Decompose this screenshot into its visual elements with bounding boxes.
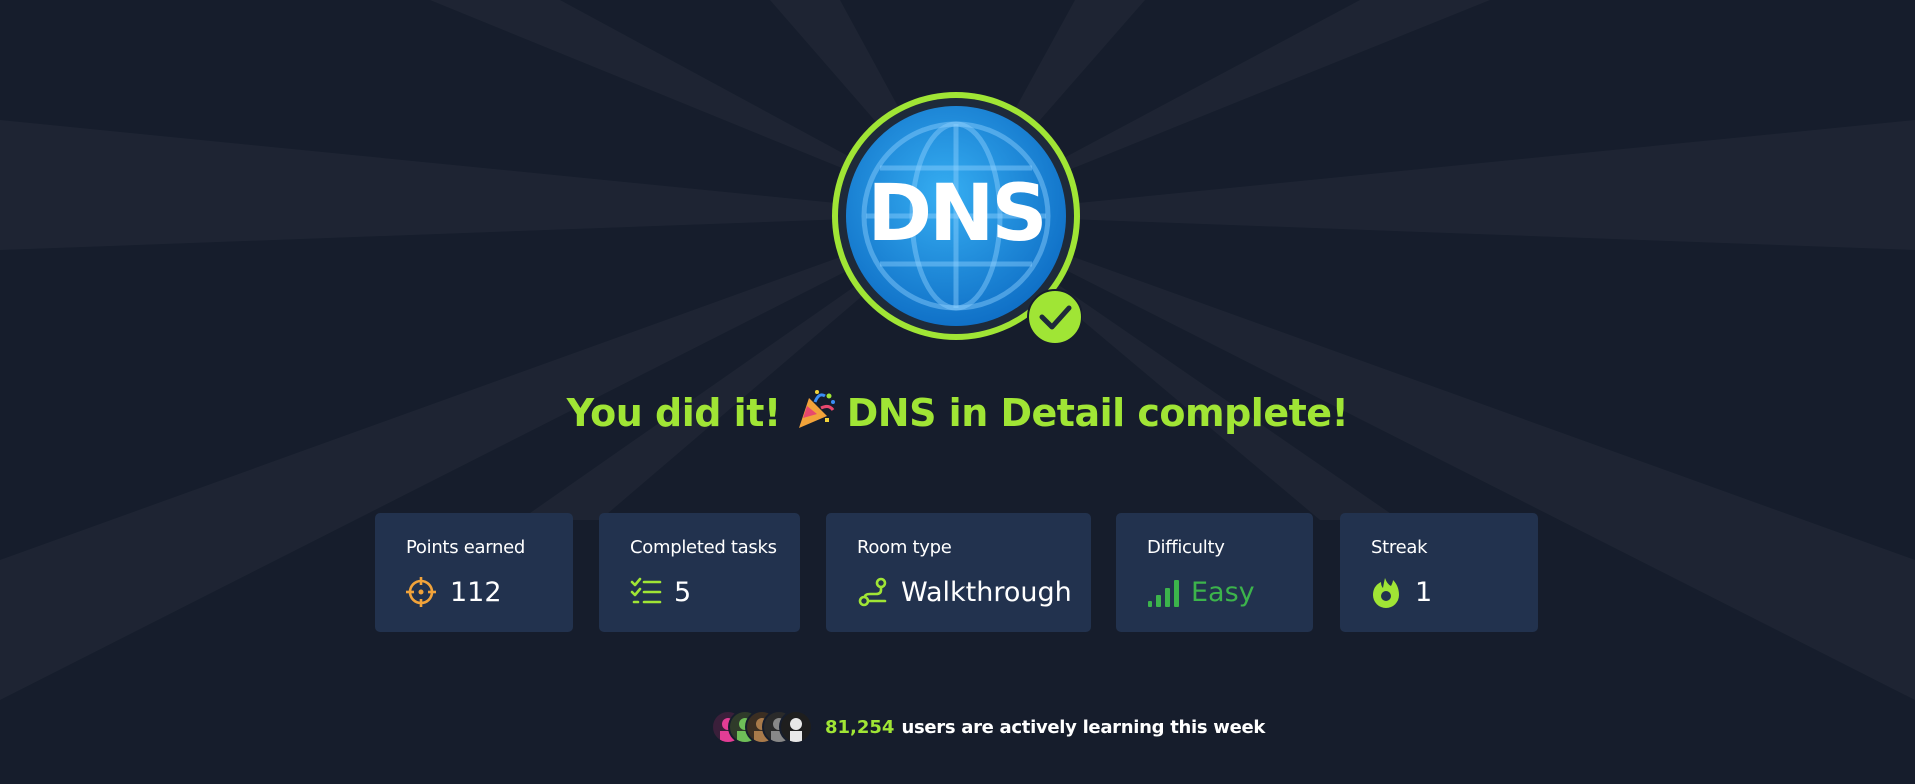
stat-label: Difficulty — [1147, 537, 1225, 558]
headline-prefix: You did it! — [566, 391, 782, 435]
stat-value: 5 — [674, 576, 692, 608]
stat-card-tasks: Completed tasks 5 — [599, 513, 800, 632]
completion-headline: You did it! DNS in Detail complete! — [0, 388, 1915, 439]
target-icon — [406, 576, 438, 608]
stat-label: Streak — [1371, 537, 1428, 558]
stat-value: 1 — [1415, 576, 1433, 608]
badge-text: DNS — [867, 169, 1044, 259]
headline-suffix: DNS in Detail complete! — [846, 391, 1349, 435]
stats-row: Points earned 112 Completed tasks 5 Room… — [0, 513, 1915, 632]
avatar-stack — [711, 710, 813, 744]
flame-icon — [1371, 576, 1403, 608]
route-icon — [857, 576, 889, 608]
stat-card-streak: Streak 1 — [1340, 513, 1538, 632]
party-popper-icon — [795, 388, 837, 439]
stat-label: Room type — [857, 537, 952, 558]
active-learners: 81,254 users are actively learning this … — [711, 710, 1265, 744]
stat-label: Points earned — [406, 537, 525, 558]
stat-card-difficulty: Difficulty Easy — [1116, 513, 1313, 632]
stat-value: Walkthrough — [901, 576, 1072, 608]
learner-text: users are actively learning this week — [901, 716, 1266, 738]
stat-value: 112 — [450, 576, 502, 608]
stat-value: Easy — [1191, 576, 1255, 608]
stat-label: Completed tasks — [630, 537, 777, 558]
room-badge: DNS — [826, 88, 1082, 344]
stat-card-points: Points earned 112 — [375, 513, 573, 632]
stat-card-room-type: Room type Walkthrough — [826, 513, 1091, 632]
learner-count: 81,254 — [825, 716, 895, 738]
avatar — [779, 710, 813, 744]
signal-bars-icon — [1147, 576, 1179, 608]
task-list-icon — [630, 576, 662, 608]
